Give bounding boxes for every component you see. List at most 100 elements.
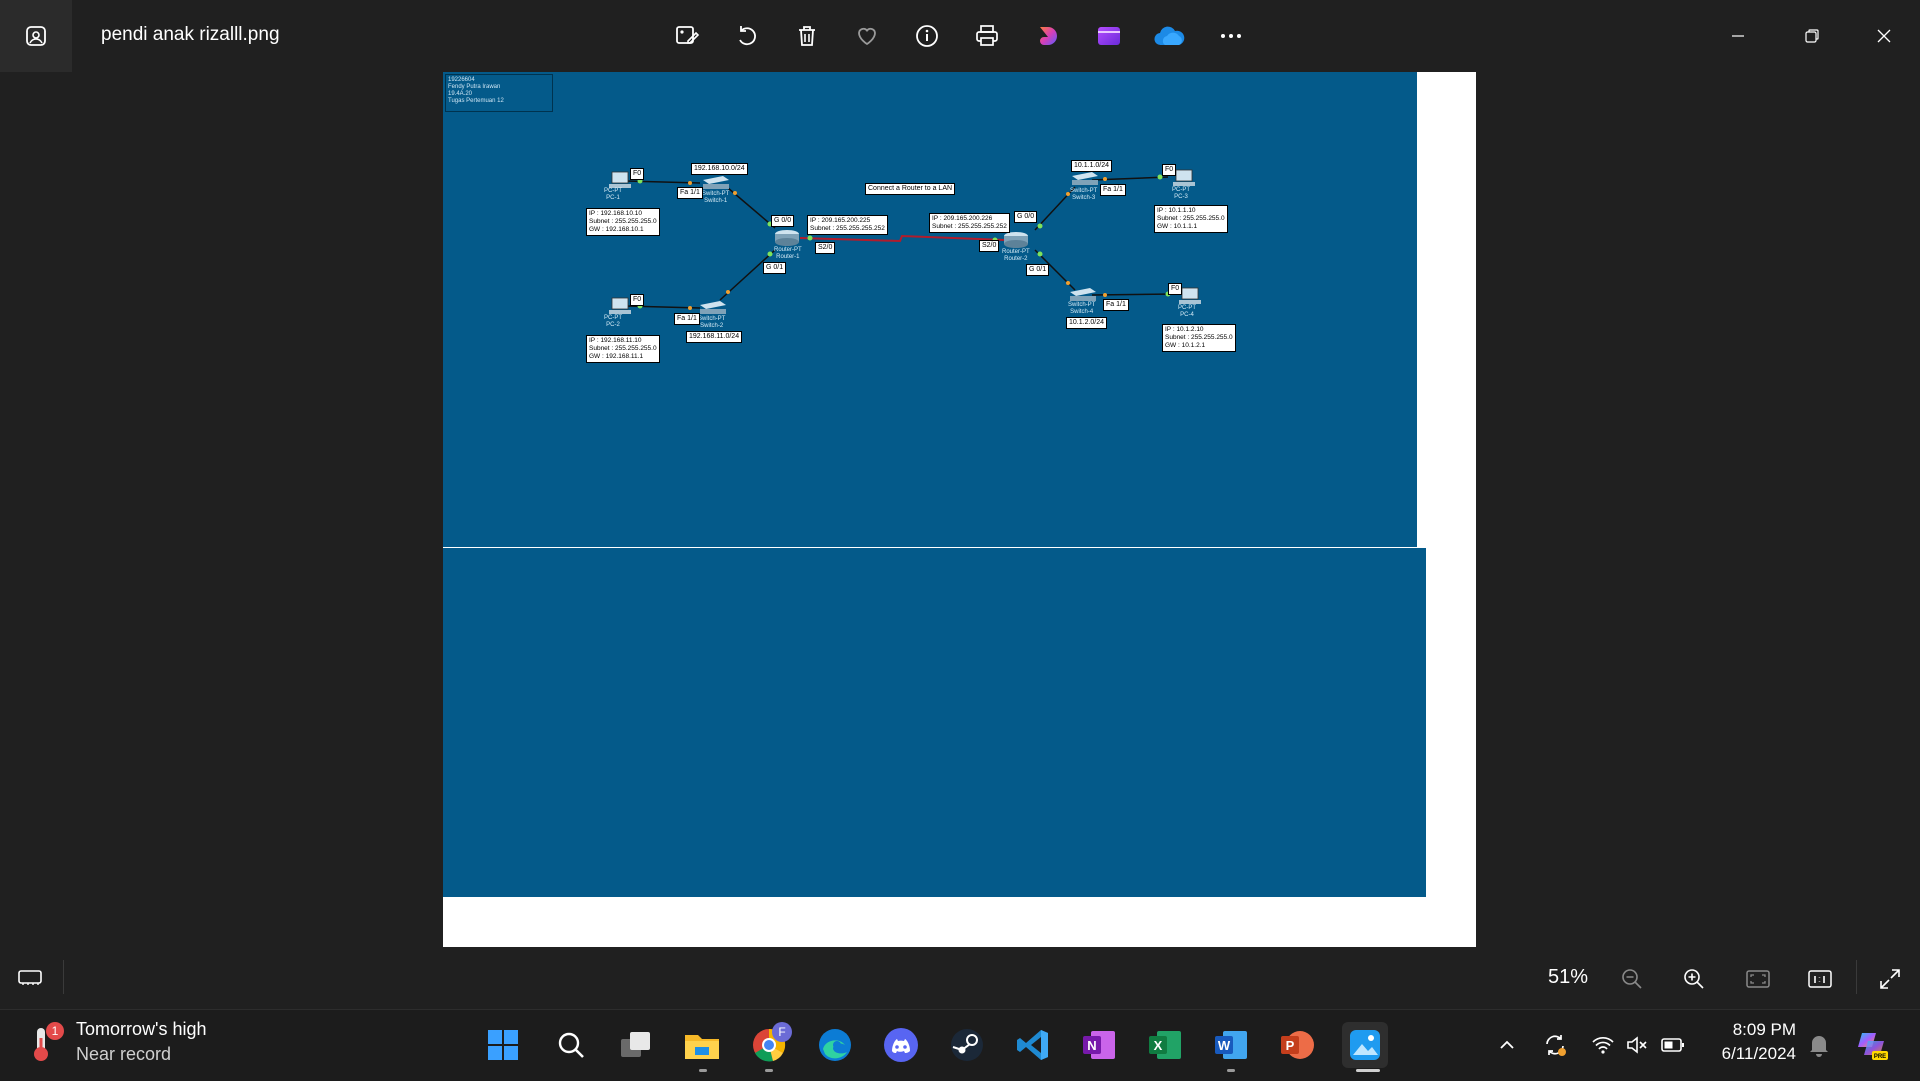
port-label-pc2-f0: F0 [630, 294, 645, 306]
switch2-label: Switch-PT Switch-2 [698, 316, 726, 329]
full-screen-icon[interactable] [1874, 963, 1906, 995]
switch3-icon [1072, 172, 1098, 185]
pc1-label: PC-PT PC-1 [604, 188, 622, 201]
net-label-lan4: 10.1.2.0/24 [1066, 317, 1108, 329]
router1-label: Router-PT Router-1 [774, 247, 802, 260]
wifi-icon[interactable] [1588, 1030, 1618, 1060]
actual-size-icon[interactable] [1804, 963, 1836, 995]
info-ip: IP : 209.165.200.225 [810, 217, 871, 224]
switch3-label: Switch-PT Switch-3 [1070, 188, 1098, 201]
info-ip: IP : 192.168.10.10 [589, 210, 643, 217]
diagram-title-label: Connect a Router to a LAN [865, 183, 956, 195]
photos-taskbar-icon[interactable] [1342, 1022, 1388, 1068]
running-indicator [1227, 1069, 1235, 1072]
port-label-r2-g01: G 0/1 [1026, 264, 1050, 276]
copilot-icon[interactable]: PRE [1854, 1027, 1890, 1063]
net-label-lan1: 192.168.10.0/24 [691, 163, 748, 175]
divider [1856, 960, 1857, 994]
router1-info-box: IP : 209.165.200.225 Subnet : 255.255.25… [807, 215, 888, 235]
info-subnet: Subnet : 255.255.255.0 [589, 345, 657, 352]
powerpoint-icon[interactable]: P [1276, 1024, 1318, 1066]
sync-icon[interactable] [1540, 1030, 1570, 1060]
search-icon[interactable] [550, 1024, 592, 1066]
file-explorer-icon[interactable] [681, 1024, 723, 1066]
port-label-r1-g01: G 0/1 [763, 262, 787, 274]
clock-date[interactable]: 6/11/2024 [1700, 1044, 1796, 1064]
divider [63, 960, 64, 994]
running-indicator [765, 1069, 773, 1072]
filmstrip-icon[interactable] [14, 963, 46, 991]
steam-icon[interactable] [946, 1024, 988, 1066]
notification-bell-icon[interactable] [1804, 1030, 1834, 1060]
pc2-icon [609, 297, 631, 314]
pc4-label: PC-PT PC-4 [1178, 305, 1196, 318]
info-gateway: GW : 10.1.1.1 [1157, 223, 1198, 230]
router2-icon [1004, 232, 1028, 248]
net-label-lan3: 10.1.1.0/24 [1071, 160, 1113, 172]
info-ip: IP : 10.1.1.10 [1157, 207, 1196, 214]
pc1-icon [609, 171, 631, 188]
svg-text:X: X [1154, 1038, 1163, 1053]
info-subnet: Subnet : 255.255.255.0 [1157, 215, 1225, 222]
weather-title[interactable]: Tomorrow's high [76, 1019, 206, 1040]
zoom-in-icon[interactable] [1678, 963, 1710, 995]
net-label-lan2: 192.168.11.0/24 [686, 331, 743, 343]
zoom-level[interactable]: 51% [1548, 966, 1588, 989]
active-indicator [1356, 1069, 1380, 1072]
task-view-icon[interactable] [615, 1024, 657, 1066]
port-label-pc4-f0: F0 [1168, 283, 1183, 295]
zoom-out-icon[interactable] [1616, 963, 1648, 995]
port-label-sw3-fa11: Fa 1/1 [1100, 184, 1126, 196]
svg-text:W: W [1218, 1038, 1231, 1053]
weather-subtitle[interactable]: Near record [76, 1044, 171, 1065]
discord-icon[interactable] [880, 1024, 922, 1066]
info-ip: IP : 192.168.11.10 [589, 337, 642, 344]
start-windows-icon[interactable] [482, 1024, 524, 1066]
svg-text:N: N [1087, 1038, 1096, 1053]
router1-icon [775, 230, 799, 246]
chrome-icon[interactable]: F [748, 1022, 792, 1066]
port-label-r1-s20: S2/0 [815, 242, 836, 254]
switch2-icon [700, 301, 726, 314]
port-label-pc1-f0: F0 [630, 168, 645, 180]
volume-muted-icon[interactable] [1622, 1030, 1652, 1060]
weather-widget-icon[interactable]: 1 [28, 1022, 64, 1064]
chrome-profile-badge: F [772, 1022, 792, 1042]
info-ip: IP : 10.1.2.10 [1165, 326, 1204, 333]
link-serial-r1-r2 [799, 234, 1006, 243]
port-label-sw4-fa11: Fa 1/1 [1103, 299, 1129, 311]
info-gateway: GW : 192.168.10.1 [589, 226, 644, 233]
port-label-r2-g00: G 0/0 [1014, 211, 1038, 223]
port-label-r2-s20: S2/0 [979, 240, 1000, 252]
pc2-info-box: IP : 192.168.11.10 Subnet : 255.255.255.… [586, 335, 660, 363]
port-label-pc3-f0: F0 [1162, 164, 1177, 176]
port-label-sw2-fa11: Fa 1/1 [674, 313, 700, 325]
pc3-info-box: IP : 10.1.1.10 Subnet : 255.255.255.0 GW… [1154, 205, 1228, 233]
clock-time[interactable]: 8:09 PM [1720, 1020, 1796, 1040]
vscode-icon[interactable] [1012, 1024, 1054, 1066]
onenote-icon[interactable]: N [1078, 1024, 1120, 1066]
switch1-label: Switch-PT Switch-1 [702, 191, 730, 204]
pc1-info-box: IP : 192.168.10.10 Subnet : 255.255.255.… [586, 208, 660, 236]
pc2-label: PC-PT PC-2 [604, 315, 622, 328]
router2-info-box: IP : 209.165.200.226 Subnet : 255.255.25… [929, 213, 1010, 233]
router2-label: Router-PT Router-2 [1002, 249, 1030, 262]
weather-badge: 1 [46, 1022, 64, 1040]
pc3-icon [1173, 169, 1195, 186]
switch1-icon [703, 176, 729, 189]
show-hidden-icons-chevron-icon[interactable] [1492, 1030, 1522, 1060]
info-subnet: Subnet : 255.255.255.0 [1165, 334, 1233, 341]
svg-text:P: P [1286, 1038, 1295, 1053]
word-icon[interactable]: W [1210, 1024, 1252, 1066]
pc4-icon [1179, 287, 1201, 304]
fit-to-window-icon[interactable] [1742, 963, 1774, 995]
switch4-label: Switch-PT Switch-4 [1068, 302, 1096, 315]
info-subnet: Subnet : 255.255.255.252 [932, 223, 1007, 230]
edge-icon[interactable] [814, 1024, 856, 1066]
info-gateway: GW : 192.168.11.1 [589, 353, 644, 360]
port-label-r1-g00: G 0/0 [771, 215, 795, 227]
info-gateway: GW : 10.1.2.1 [1165, 342, 1206, 349]
excel-icon[interactable]: X [1144, 1024, 1186, 1066]
battery-icon[interactable] [1658, 1030, 1688, 1060]
topology-links [609, 169, 1201, 314]
